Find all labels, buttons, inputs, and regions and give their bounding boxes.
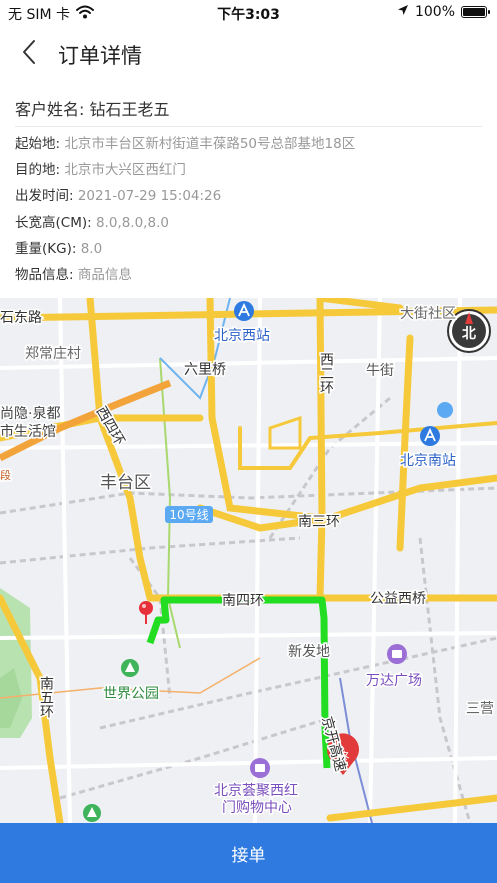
route-path [146,596,331,769]
major-road [316,298,404,312]
major-road [326,794,497,822]
compass-north-label: 北 [462,326,476,342]
minor-road [453,298,462,823]
major-road-south-3rd-ring [196,474,497,532]
accept-order-button[interactable]: 接单 [0,823,497,883]
map-label: 万达广场 [366,673,422,689]
poi-icon [437,402,453,418]
minor-road [253,298,262,823]
start-marker[interactable] [139,601,153,624]
train-station-icon [234,301,254,321]
detail-label: 目的地: [15,162,65,179]
battery-percent: 100% [414,4,455,20]
train-station-icon [420,426,440,446]
detail-value: 2021-07-29 15:04:26 [77,188,222,205]
map-label: 西四环 [93,404,128,448]
map-label: 石东路 [0,310,42,326]
map-label: 大街社区 [400,306,456,322]
detail-value: 商品信息 [77,266,132,283]
detail-origin: 起始地: 北京市丰台区新村街道丰葆路50号总部基地18区 [15,134,485,160]
minor-road [0,631,497,640]
detail-value: 北京市大兴区西红门 [64,162,186,179]
map-label: 南五环 [38,676,54,718]
detail-value: 8.0,8.0,8.0 [95,214,169,231]
map-label: 北京西站 [214,328,270,344]
park-icon [121,659,139,677]
map-label: 南四环 [222,593,264,609]
status-bar: 无 SIM 卡 下午3:03 100% [0,0,497,26]
detail-value: 北京市丰台区新村街道丰葆路50号总部基地18区 [64,136,356,152]
detail-destination: 目的地: 北京市大兴区西红门 [15,160,485,186]
railway-line [0,536,301,565]
shopping-icon [387,644,407,664]
park-icon [83,804,101,822]
map-label: 丰台区 [100,473,151,493]
chevron-left-icon [21,39,37,69]
map-label: 六里桥 [184,362,226,378]
detail-value: 8.0 [80,240,103,257]
detail-dimensions: 长宽高(CM): 8.0,8.0,8.0 [15,213,485,239]
major-road-west-2nd-ring [316,298,326,602]
map-label: 西二环 [318,352,334,394]
map-label: 北京荟聚西红 [214,782,298,799]
map-label: 公益西桥 [370,591,426,607]
back-button[interactable] [12,38,46,70]
railway-line [128,557,172,699]
detail-label: 重量(KG): [15,240,81,257]
map-label: 市生活馆 [0,423,56,440]
detail-weight: 重量(KG): 8.0 [15,239,485,265]
detail-departure-time: 出发时间: 2021-07-29 15:04:26 [15,186,485,212]
divider [15,126,482,127]
status-right: 100% [397,4,490,20]
map-label: 新发地 [288,644,330,660]
battery-icon [461,6,490,18]
map-label: 三营 [466,701,494,717]
customer-name: 钻石王老五 [89,100,170,119]
railway-line [418,537,472,823]
map-label: 南三环 [298,514,340,530]
location-arrow-icon [397,4,409,20]
minor-road [58,298,72,823]
detail-label: 物品信息: [15,266,78,283]
map-label: 尚隐·泉都 [0,405,60,422]
map-label: 北京南站 [400,453,456,469]
subway-line-label: 10号线 [169,508,208,522]
map-label: 牛街 [366,363,394,379]
map-label: 门购物中心 [222,800,292,816]
minor-road [0,756,497,770]
map-label: 段 [0,468,11,482]
detail-goods: 物品信息: 商品信息 [15,265,485,291]
customer-label: 客户姓名: [15,100,90,119]
minor-road [0,441,497,450]
route-map[interactable]: 终 北 石东路 大街社区 北京西站 郑常庄村 六里桥 牛街 尚隐·泉都 市生活馆… [0,298,497,823]
subway-line-badge: 10号线 [165,506,213,523]
detail-label: 起始地: [15,136,65,152]
page-title: 订单详情 [58,44,142,68]
customer-name-row: 客户姓名: 钻石王老五 [15,96,170,120]
order-details: 起始地: 北京市丰台区新村街道丰葆路50号总部基地18区 目的地: 北京市大兴区… [15,134,485,291]
detail-label: 出发时间: [15,188,78,205]
map-label: 世界公园 [103,686,159,702]
nav-bar: 订单详情 [0,26,497,82]
map-label: 郑常庄村 [25,345,81,362]
detail-label: 长宽高(CM): [15,214,96,231]
shopping-icon [250,758,270,778]
